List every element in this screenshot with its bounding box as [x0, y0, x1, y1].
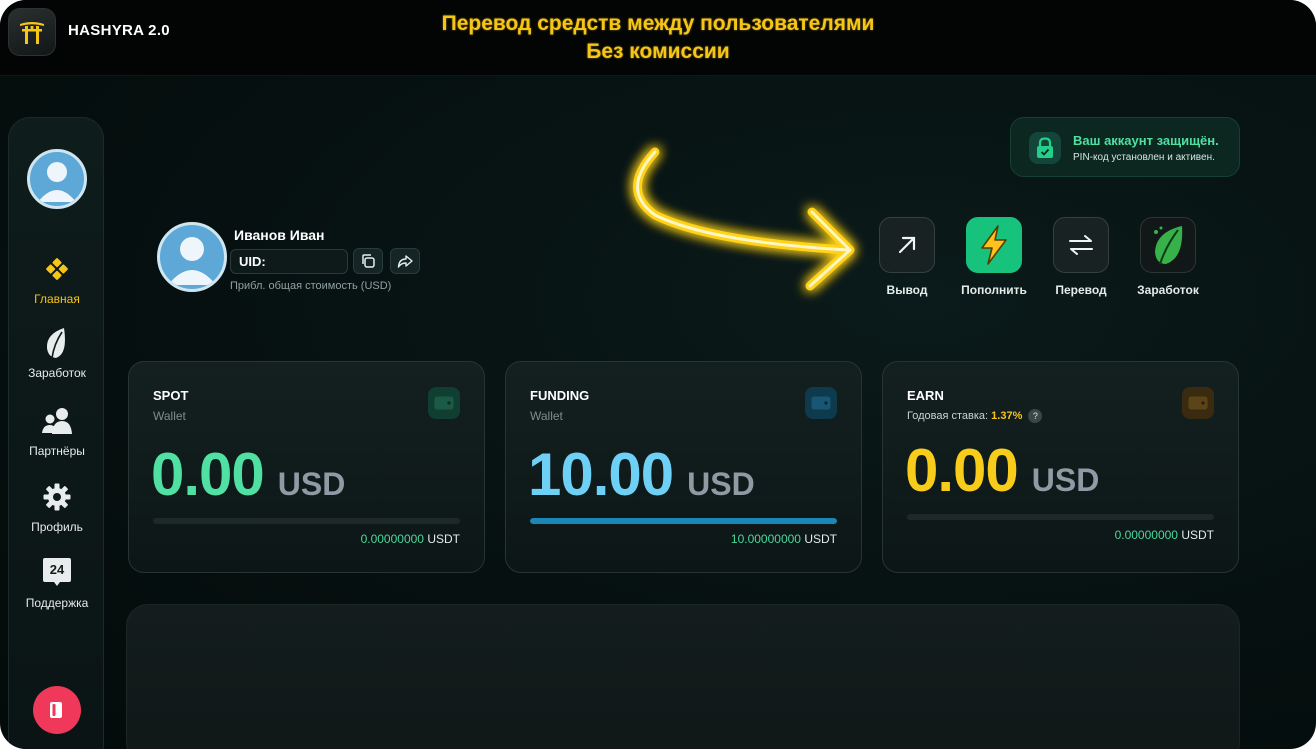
wallet-usdt-unit: USDT	[804, 532, 837, 546]
support-badge: 24	[49, 562, 65, 577]
sidebar-item-label: Профиль	[31, 520, 83, 534]
neon-arrow-annotation	[633, 147, 855, 291]
security-subtitle: PIN-код установлен и активен.	[1073, 152, 1215, 163]
wallet-amount-unit: USD	[687, 466, 755, 502]
wallet-usdt-unit: USDT	[1181, 528, 1214, 542]
wallet-usdt-number: 0.00000000	[360, 532, 424, 546]
copy-icon	[362, 254, 375, 268]
leaf-icon	[40, 326, 74, 360]
wallet-card-earn[interactable]: EARN Годовая ставка: 1.37% ? 0.00 USD 0.0…	[882, 361, 1239, 573]
wallet-rate: Годовая ставка: 1.37% ?	[907, 409, 1043, 423]
security-title: Ваш аккаунт защищён.	[1073, 133, 1219, 148]
sidebar-item-label: Заработок	[28, 366, 86, 380]
wallet-amount-unit: USD	[1031, 462, 1100, 498]
wallet-icon	[1182, 387, 1214, 419]
rate-label: Годовая ставка:	[907, 410, 989, 422]
wallet-progress-bar	[530, 518, 837, 524]
wallet-title: SPOT	[153, 388, 189, 403]
banner-line-2: Без комиссии	[586, 40, 730, 63]
wallet-amount: 0.00 USD	[151, 440, 345, 519]
app-title: HASHYRA 2.0	[68, 22, 170, 39]
profile-name: Иванов Иван	[234, 227, 325, 243]
wallet-amount: 10.00 USD	[528, 440, 755, 519]
banner-line-1: Перевод средств между пользователями	[441, 12, 875, 35]
rate-value: 1.37%	[991, 410, 1023, 422]
wallet-progress-bar	[153, 518, 460, 524]
promo-banner: Перевод средств между пользователями Без…	[358, 10, 958, 66]
lightning-icon	[966, 217, 1022, 273]
wallet-progress-bar	[907, 514, 1214, 520]
partners-icon	[40, 404, 74, 438]
copy-uid-button[interactable]	[353, 248, 383, 274]
wallet-amount-value: 0.00	[151, 441, 265, 508]
sidebar-item-label: Главная	[34, 292, 80, 306]
wallet-icon	[428, 387, 460, 419]
logout-icon	[50, 702, 62, 718]
uid-field: UID:	[230, 249, 348, 274]
wallet-icon	[805, 387, 837, 419]
sidebar-item-label: Партнёры	[29, 444, 85, 458]
share-uid-button[interactable]	[390, 248, 420, 274]
avatar[interactable]	[27, 149, 87, 209]
top-bar: HASHYRA 2.0 Перевод средств между пользо…	[0, 0, 1316, 76]
wallet-usdt-value: 0.00000000 USDT	[1115, 528, 1214, 542]
transfer-arrows-icon	[1053, 217, 1109, 273]
sidebar-item-partners[interactable]: Партнёры	[9, 404, 105, 458]
action-label: Пополнить	[961, 283, 1027, 297]
support-24-icon: 24	[40, 556, 74, 590]
diamond-grid-icon	[40, 252, 74, 286]
wallet-amount-unit: USD	[277, 466, 346, 502]
arrow-up-right-icon	[879, 217, 935, 273]
total-value-label: Прибл. общая стоимость (USD)	[230, 280, 392, 292]
app-window: HASHYRA 2.0 Перевод средств между пользо…	[0, 0, 1316, 749]
action-label: Перевод	[1055, 283, 1107, 297]
wallet-card-spot[interactable]: SPOT Wallet 0.00 USD 0.00000000 USDT	[128, 361, 485, 573]
deposit-button[interactable]: Пополнить	[949, 217, 1039, 297]
uid-label: UID:	[239, 254, 266, 269]
withdraw-button[interactable]: Вывод	[862, 217, 952, 297]
security-status: Ваш аккаунт защищён. PIN-код установлен …	[1010, 117, 1240, 177]
wallet-amount: 0.00 USD	[905, 436, 1099, 515]
gear-icon	[40, 480, 74, 514]
help-icon[interactable]: ?	[1028, 409, 1043, 423]
wallet-subtitle: Wallet	[530, 409, 563, 423]
wallet-subtitle: Wallet	[153, 409, 186, 423]
torii-gate-icon[interactable]	[8, 8, 56, 56]
content-panel	[126, 604, 1240, 749]
wallet-amount-value: 10.00	[528, 441, 674, 508]
profile-avatar[interactable]	[157, 222, 227, 292]
wallet-progress-fill	[530, 518, 837, 524]
wallet-title: EARN	[907, 388, 944, 403]
action-label: Вывод	[886, 283, 928, 297]
wallet-usdt-unit: USDT	[427, 532, 460, 546]
wallet-card-funding[interactable]: FUNDING Wallet 10.00 USD 10.00000000 USDT	[505, 361, 862, 573]
wallet-usdt-number: 0.00000000	[1114, 528, 1178, 542]
wallet-usdt-value: 0.00000000 USDT	[361, 532, 460, 546]
sidebar-item-label: Поддержка	[25, 596, 89, 610]
wallet-usdt-number: 10.00000000	[730, 532, 801, 546]
sidebar-item-profile[interactable]: Профиль	[9, 480, 105, 534]
sidebar-item-home[interactable]: Главная	[9, 252, 105, 306]
sidebar-item-support[interactable]: 24 Поддержка	[9, 556, 105, 610]
wallet-amount-value: 0.00	[905, 437, 1019, 504]
logout-button[interactable]	[33, 686, 81, 734]
earn-button[interactable]: Заработок	[1123, 217, 1213, 297]
action-label: Заработок	[1137, 283, 1199, 297]
transfer-button[interactable]: Перевод	[1036, 217, 1126, 297]
wallet-title: FUNDING	[530, 388, 590, 403]
leaf-icon	[1140, 217, 1196, 273]
lock-icon	[1029, 132, 1061, 164]
sidebar: Главная Заработок Партнёры Профиль 24 По…	[8, 117, 104, 749]
share-icon	[397, 255, 413, 268]
wallet-usdt-value: 10.00000000 USDT	[731, 532, 837, 546]
sidebar-item-earnings[interactable]: Заработок	[9, 326, 105, 380]
